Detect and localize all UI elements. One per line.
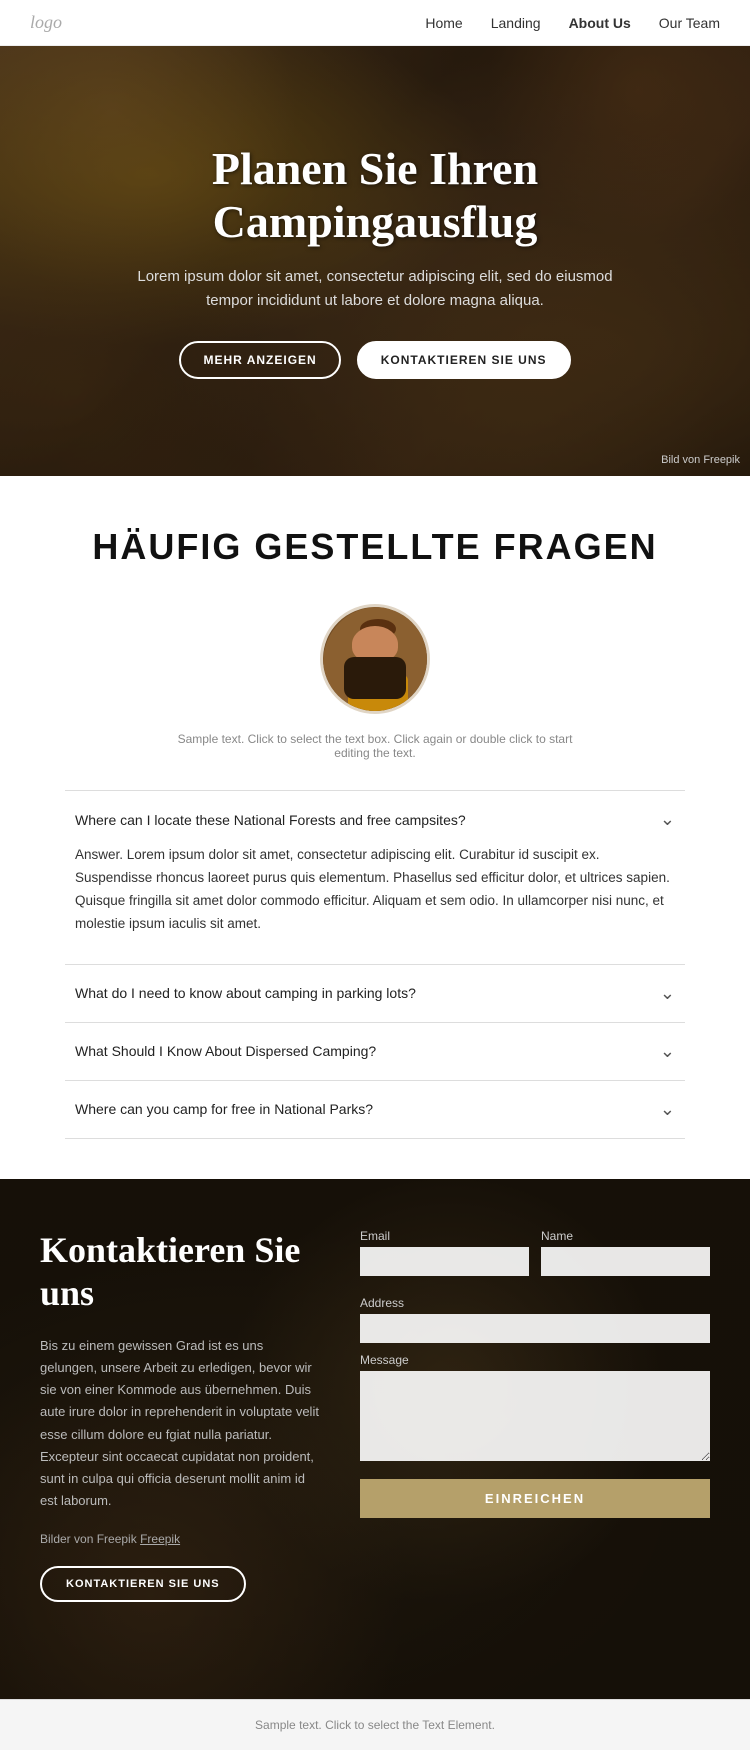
logo: logo xyxy=(30,12,62,33)
faq-item-2: What do I need to know about camping in … xyxy=(65,964,685,1022)
faq-question-4: Where can you camp for free in National … xyxy=(75,1101,373,1117)
form-row-email-name: Email Name xyxy=(360,1229,710,1286)
faq-chevron-2: ⌄ xyxy=(660,983,675,1004)
nav-landing[interactable]: Landing xyxy=(491,15,541,31)
faq-answer-1: Answer. Lorem ipsum dolor sit amet, cons… xyxy=(75,844,675,946)
navbar: logo Home Landing About Us Our Team xyxy=(0,0,750,46)
faq-question-row-4[interactable]: Where can you camp for free in National … xyxy=(75,1099,675,1120)
faq-question-row-3[interactable]: What Should I Know About Dispersed Campi… xyxy=(75,1041,675,1062)
hero-content: Planen Sie Ihren Campingausflug Lorem ip… xyxy=(0,123,750,399)
contact-left: Kontaktieren Sie uns Bis zu einem gewiss… xyxy=(40,1229,320,1602)
hero-buttons: MEHR ANZEIGEN KONTAKTIEREN SIE UNS xyxy=(60,341,690,379)
address-label: Address xyxy=(360,1296,710,1310)
faq-avatar-wrap xyxy=(30,604,720,714)
faq-avatar-svg xyxy=(323,607,430,714)
form-group-name: Name xyxy=(541,1229,710,1276)
message-textarea[interactable] xyxy=(360,1371,710,1461)
footer-text: Sample text. Click to select the Text El… xyxy=(30,1718,720,1732)
contact-inner: Kontaktieren Sie uns Bis zu einem gewiss… xyxy=(40,1229,710,1602)
faq-title: HÄUFIG GESTELLTE FRAGEN xyxy=(30,526,720,568)
faq-chevron-1: ⌄ xyxy=(660,809,675,830)
faq-section: HÄUFIG GESTELLTE FRAGEN xyxy=(0,476,750,1179)
faq-item-4: Where can you camp for free in National … xyxy=(65,1080,685,1139)
form-group-message: Message xyxy=(360,1353,710,1461)
faq-chevron-3: ⌄ xyxy=(660,1041,675,1062)
faq-avatar-image xyxy=(323,607,427,711)
faq-avatar xyxy=(320,604,430,714)
nav-home[interactable]: Home xyxy=(425,15,462,31)
faq-avatar-caption: Sample text. Click to select the text bo… xyxy=(175,732,575,760)
faq-item-3: What Should I Know About Dispersed Campi… xyxy=(65,1022,685,1080)
faq-item-1: Where can I locate these National Forest… xyxy=(65,790,685,964)
faq-question-row-2[interactable]: What do I need to know about camping in … xyxy=(75,983,675,1004)
email-label: Email xyxy=(360,1229,529,1243)
nav-team[interactable]: Our Team xyxy=(659,15,720,31)
address-input[interactable] xyxy=(360,1314,710,1343)
email-input[interactable] xyxy=(360,1247,529,1276)
faq-question-3: What Should I Know About Dispersed Campi… xyxy=(75,1043,376,1059)
form-group-address: Address xyxy=(360,1296,710,1343)
contact-section: Kontaktieren Sie uns Bis zu einem gewiss… xyxy=(0,1179,750,1699)
hero-title: Planen Sie Ihren Campingausflug xyxy=(60,143,690,249)
submit-button[interactable]: EINREICHEN xyxy=(360,1479,710,1518)
contact-form-area: Email Name Address Message EINREICHEN xyxy=(360,1229,710,1602)
more-button[interactable]: MEHR ANZEIGEN xyxy=(179,341,340,379)
contact-hero-button[interactable]: KONTAKTIEREN SIE UNS xyxy=(357,341,571,379)
faq-chevron-4: ⌄ xyxy=(660,1099,675,1120)
contact-title: Kontaktieren Sie uns xyxy=(40,1229,320,1315)
contact-credit: Bilder von Freepik Freepik xyxy=(40,1532,320,1546)
message-label: Message xyxy=(360,1353,710,1367)
nav-about[interactable]: About Us xyxy=(569,15,631,31)
name-input[interactable] xyxy=(541,1247,710,1276)
footer: Sample text. Click to select the Text El… xyxy=(0,1699,750,1750)
name-label: Name xyxy=(541,1229,710,1243)
faq-question-2: What do I need to know about camping in … xyxy=(75,985,416,1001)
hero-section: Planen Sie Ihren Campingausflug Lorem ip… xyxy=(0,46,750,476)
contact-description: Bis zu einem gewissen Grad ist es uns ge… xyxy=(40,1335,320,1512)
contact-credit-link[interactable]: Freepik xyxy=(140,1532,180,1546)
hero-credit: Bild von Freepik xyxy=(661,454,740,466)
hero-subtitle: Lorem ipsum dolor sit amet, consectetur … xyxy=(135,265,615,313)
nav-links: Home Landing About Us Our Team xyxy=(425,15,720,31)
faq-question-1: Where can I locate these National Forest… xyxy=(75,812,466,828)
faq-question-row-1[interactable]: Where can I locate these National Forest… xyxy=(75,809,675,830)
form-group-email: Email xyxy=(360,1229,529,1276)
contact-button[interactable]: KONTAKTIEREN SIE UNS xyxy=(40,1566,246,1602)
